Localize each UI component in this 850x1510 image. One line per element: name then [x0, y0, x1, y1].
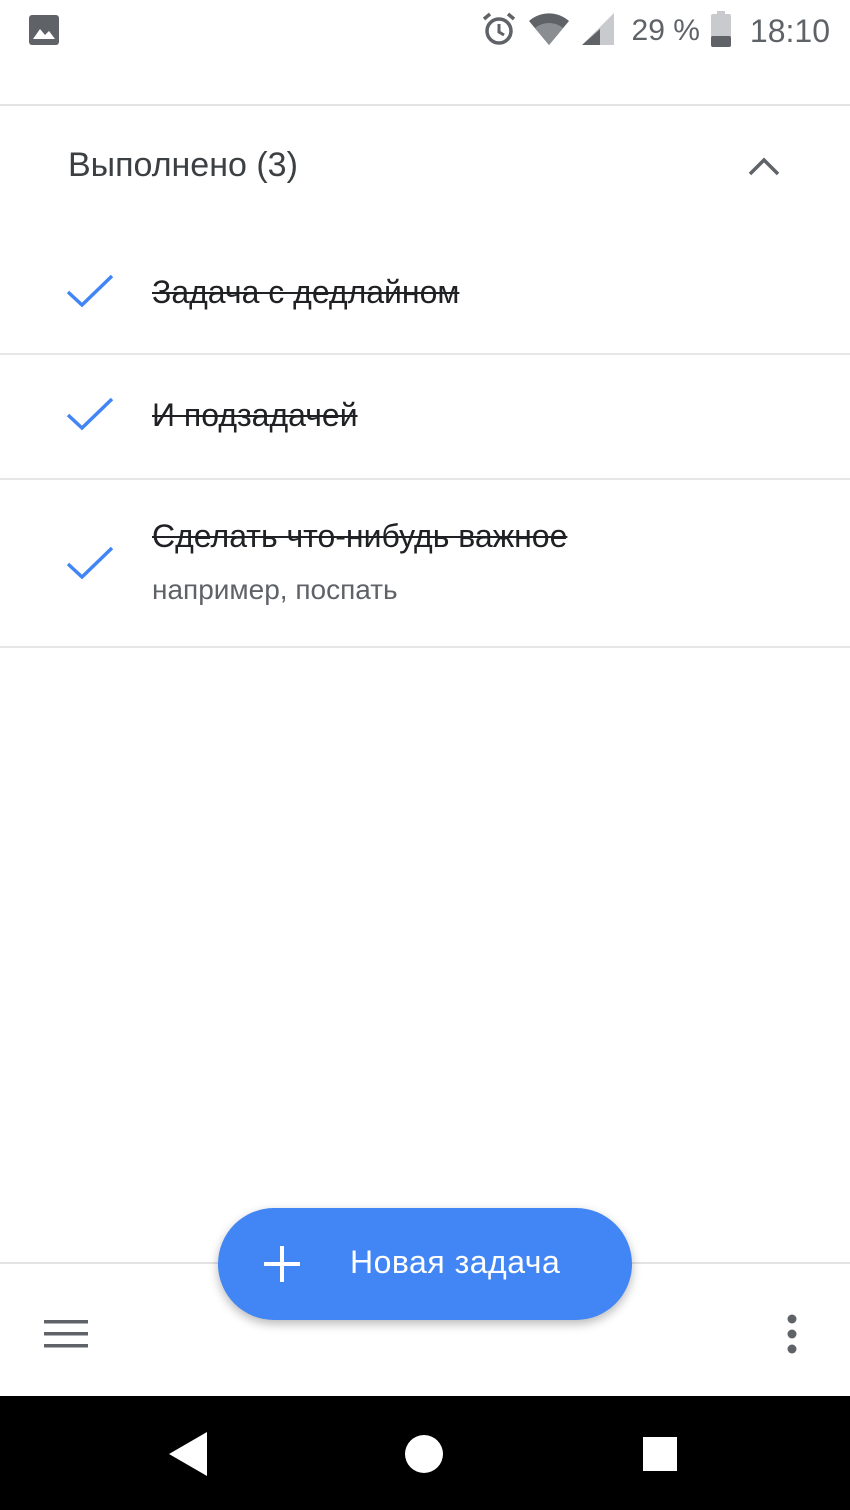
home-icon[interactable]: [394, 1426, 454, 1482]
system-nav-bar: [0, 1396, 850, 1510]
task-title: Сделать что-нибудь важное: [152, 518, 568, 554]
plus-icon: [262, 1244, 302, 1284]
signal-icon: [580, 11, 616, 52]
alarm-icon: [480, 10, 518, 53]
task-title: Задача с дедлайном: [152, 274, 460, 310]
back-icon[interactable]: [158, 1426, 218, 1482]
check-icon[interactable]: [64, 395, 118, 435]
wifi-icon: [528, 11, 570, 52]
status-clock: 18:10: [749, 12, 830, 49]
chevron-up-icon[interactable]: [734, 136, 794, 196]
divider: [0, 646, 850, 648]
image-icon: [28, 14, 60, 46]
completed-task-item[interactable]: Сделать что-нибудь важное например, посп…: [0, 480, 850, 646]
battery-icon: [710, 10, 732, 53]
completed-section-header[interactable]: Выполнено (3): [0, 106, 850, 226]
status-bar: 29 % 18:10: [0, 0, 850, 62]
completed-task-item[interactable]: Задача с дедлайном: [0, 226, 850, 354]
check-icon[interactable]: [64, 272, 118, 312]
task-title: И подзадачей: [152, 397, 358, 433]
status-icons: 29 % 18:10: [480, 8, 830, 54]
completed-task-item[interactable]: И подзадачей: [0, 355, 850, 479]
more-vert-icon[interactable]: [762, 1304, 822, 1364]
new-task-label: Новая задача: [350, 1244, 561, 1280]
check-icon[interactable]: [64, 544, 118, 584]
completed-section-title: Выполнено (3): [68, 146, 298, 184]
menu-icon[interactable]: [30, 1304, 102, 1364]
task-note: например, поспать: [152, 574, 398, 605]
new-task-button[interactable]: Новая задача: [218, 1208, 632, 1320]
recents-icon[interactable]: [630, 1426, 690, 1482]
battery-percent: 29 %: [631, 14, 700, 47]
